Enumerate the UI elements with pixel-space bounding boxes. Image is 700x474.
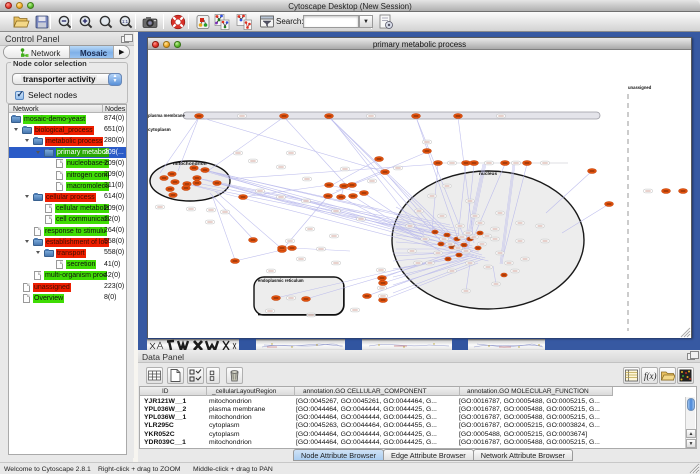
svg-text:f(x): f(x) [644,371,657,381]
svg-text:mitochondrion: mitochondrion [173,161,207,167]
svg-text:unassigned: unassigned [628,85,652,90]
svg-text:plasma membrane: plasma membrane [148,113,185,118]
svg-text:cytoplasm: cytoplasm [148,127,171,132]
svg-text:endoplasmic reticulum: endoplasmic reticulum [258,278,304,283]
svg-text:1:1: 1:1 [122,19,129,24]
svg-text:nucleus: nucleus [479,171,497,177]
